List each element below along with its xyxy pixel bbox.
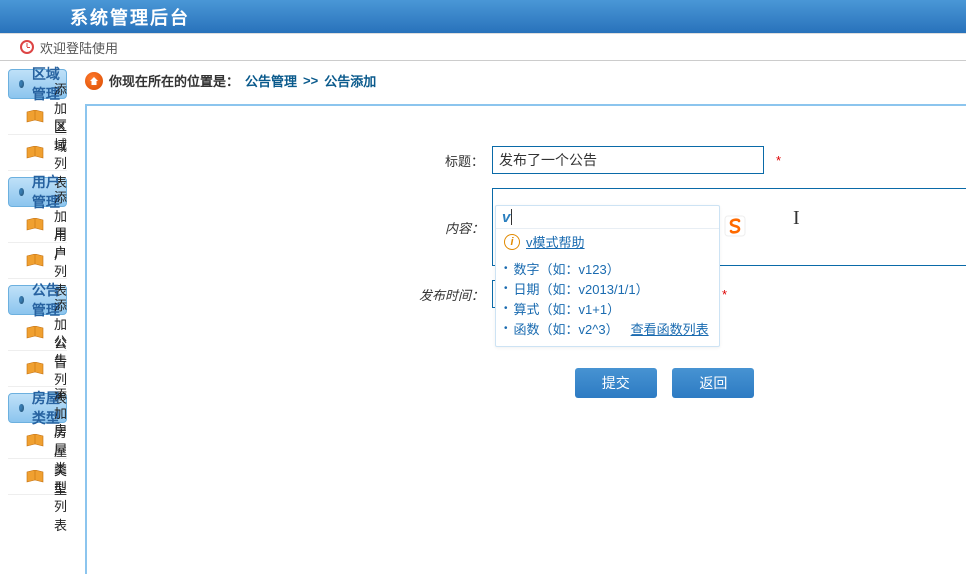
book-icon [26, 362, 44, 376]
text-caret-icon: I [793, 207, 800, 230]
ime-popup: v i v模式帮助 • 数字（如：v123） • 日期（如：v2013/1/1）… [495, 205, 720, 347]
book-icon [26, 326, 44, 340]
main-area: 你现在所在的位置是： 公告管理 >> 公告添加 标题： * 内容： 发布时间： … [75, 61, 966, 581]
ime-hint-item: • 函数（如：v2^3） 查看函数列表 [504, 318, 713, 338]
header-bar: 系统管理后台 [0, 0, 966, 33]
book-icon [26, 218, 44, 232]
breadcrumb-prefix: 你现在所在的位置是： [109, 71, 239, 90]
bullet-icon: • [504, 283, 508, 294]
bullet-icon: • [504, 263, 508, 274]
breadcrumb-part1[interactable]: 公告管理 [245, 71, 297, 90]
sidebar: 区域管理 添加区域 区域列表 用户管理 添加用户 用户列表 [0, 61, 75, 581]
clock-icon [20, 40, 34, 54]
breadcrumb-sep: >> [303, 73, 318, 88]
breadcrumb: 你现在所在的位置是： 公告管理 >> 公告添加 [85, 71, 966, 90]
sidebar-item-user-list[interactable]: 用户列表 [8, 243, 67, 279]
breadcrumb-part2[interactable]: 公告添加 [324, 71, 376, 90]
ime-hint-text: 日期（如：v2013/1/1） [514, 279, 649, 298]
sidebar-item-house-type-list[interactable]: 房屋类型列表 [8, 459, 67, 495]
dot-icon [19, 404, 24, 412]
title-input[interactable] [492, 146, 764, 174]
sidebar-item-notice-list[interactable]: 公告列表 [8, 351, 67, 387]
ime-hint-list: • 数字（如：v123） • 日期（如：v2013/1/1） • 算式（如：v1… [496, 254, 719, 346]
ime-hint-text: 函数（如：v2^3） [514, 319, 619, 338]
ime-hint-item: • 数字（如：v123） [504, 258, 713, 278]
book-icon [26, 434, 44, 448]
ime-function-list-link[interactable]: 查看函数列表 [631, 319, 709, 338]
sogou-logo-icon [723, 214, 747, 238]
back-button[interactable]: 返回 [672, 368, 754, 398]
home-icon [85, 72, 103, 90]
welcome-bar: 欢迎登陆使用 [0, 33, 966, 61]
ime-hint-item: • 日期（如：v2013/1/1） [504, 278, 713, 298]
ime-hint-text: 数字（如：v123） [514, 259, 620, 278]
book-icon [26, 470, 44, 484]
bullet-icon: • [504, 303, 508, 314]
submit-button[interactable]: 提交 [575, 368, 657, 398]
dot-icon [19, 80, 24, 88]
book-icon [26, 110, 44, 124]
dot-icon [19, 188, 24, 196]
welcome-text: 欢迎登陆使用 [40, 38, 118, 57]
text-cursor-icon [511, 209, 512, 225]
info-icon: i [504, 234, 520, 250]
ime-help-link[interactable]: v模式帮助 [526, 232, 585, 251]
bullet-icon: • [504, 323, 508, 334]
time-label: 发布时间： [87, 285, 492, 304]
app-title: 系统管理后台 [70, 4, 190, 30]
title-label: 标题： [87, 151, 492, 170]
sidebar-item-label: 房屋类型列表 [54, 420, 67, 534]
content-label: 内容： [87, 218, 492, 237]
ime-input-char: v [502, 209, 510, 226]
required-mark: * [776, 153, 781, 168]
ime-hint-text: 算式（如：v1+1） [514, 299, 621, 318]
required-mark: * [722, 287, 727, 302]
sidebar-item-region-list[interactable]: 区域列表 [8, 135, 67, 171]
ime-hint-item: • 算式（如：v1+1） [504, 298, 713, 318]
dot-icon [19, 296, 24, 304]
book-icon [26, 254, 44, 268]
book-icon [26, 146, 44, 160]
